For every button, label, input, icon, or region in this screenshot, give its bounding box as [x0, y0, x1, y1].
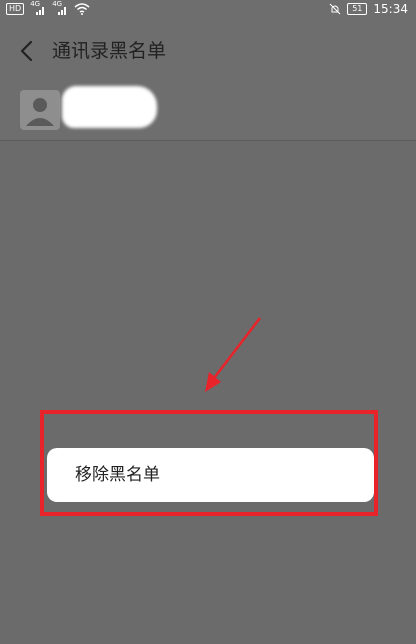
sim1-signal-icon: 4G	[30, 0, 46, 15]
status-left: HD 4G 4G	[6, 0, 90, 15]
contact-list-item[interactable]	[0, 80, 416, 141]
annotation-arrow-icon	[205, 317, 261, 392]
battery-icon: 51	[347, 3, 368, 15]
status-bar: HD 4G 4G 51 15:34	[0, 0, 416, 22]
page-title: 通讯录黑名单	[52, 40, 167, 62]
status-right: 51 15:34	[329, 2, 408, 16]
person-icon	[26, 98, 54, 126]
remove-from-blacklist-button[interactable]: 移除黑名单	[75, 462, 160, 488]
back-arrow-icon[interactable]	[18, 40, 36, 62]
redacted-contact-name	[62, 86, 157, 128]
header: 通讯录黑名单	[0, 22, 416, 80]
mute-bell-icon	[329, 3, 341, 15]
signal-bars-icon	[36, 7, 45, 15]
avatar	[20, 90, 60, 130]
status-time: 15:34	[373, 2, 408, 16]
sim2-signal-icon: 4G	[52, 0, 68, 15]
popup-menu: 移除黑名单	[47, 448, 374, 502]
wifi-icon	[74, 3, 90, 15]
signal-bars-icon	[58, 7, 67, 15]
hd-badge: HD	[6, 3, 25, 15]
